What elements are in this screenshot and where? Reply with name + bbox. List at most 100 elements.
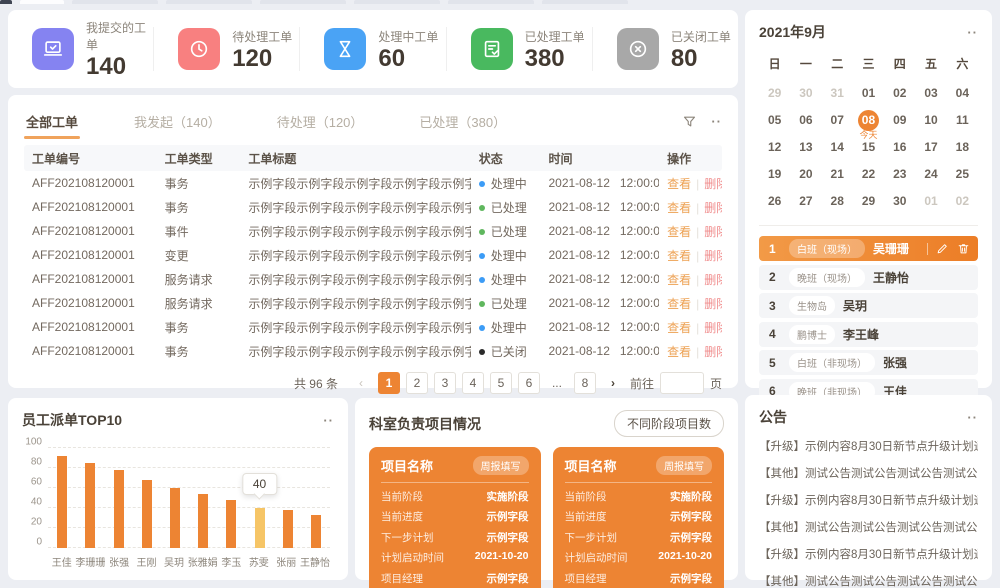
- tab-orders-3[interactable]: 已处理（380）: [417, 106, 508, 137]
- announcement-item[interactable]: 【其他】测试公告测试公告测试公告测试公告测试公告: [759, 465, 978, 481]
- chart-bar[interactable]: [85, 463, 95, 548]
- trash-icon[interactable]: [957, 242, 970, 255]
- page-jump-input[interactable]: [660, 372, 704, 394]
- view-link[interactable]: 查看: [667, 177, 691, 191]
- calendar-day[interactable]: 01: [915, 190, 946, 212]
- schedule-item[interactable]: 4鹏博士李王峰: [759, 322, 978, 347]
- pagination-page-button[interactable]: 3: [434, 372, 456, 394]
- chart-bar[interactable]: [142, 480, 152, 548]
- weekly-report-badge[interactable]: 周报填写: [656, 456, 712, 475]
- calendar-day[interactable]: 31: [822, 82, 853, 104]
- delete-link[interactable]: 删除: [704, 177, 722, 191]
- browser-tab[interactable]: [0, 0, 12, 4]
- calendar-day[interactable]: 12: [759, 136, 790, 158]
- browser-tab[interactable]: [166, 0, 252, 4]
- pagination-page-button[interactable]: 8: [574, 372, 596, 394]
- chart-bar[interactable]: [283, 510, 293, 548]
- announcements-more-icon[interactable]: ··: [967, 410, 978, 425]
- delete-link[interactable]: 删除: [704, 249, 722, 263]
- view-link[interactable]: 查看: [667, 345, 691, 359]
- browser-tab[interactable]: [542, 0, 628, 4]
- calendar-day[interactable]: 16: [884, 136, 915, 158]
- announcement-item[interactable]: 【升级】示例内容8月30日新节点升级计划通知: [759, 438, 978, 454]
- calendar-day[interactable]: 25: [947, 163, 978, 185]
- calendar-day[interactable]: 30: [790, 82, 821, 104]
- delete-link[interactable]: 删除: [704, 225, 722, 239]
- calendar-day[interactable]: 24: [915, 163, 946, 185]
- tab-orders-2[interactable]: 待处理（120）: [275, 106, 366, 137]
- calendar-day[interactable]: 11: [947, 109, 978, 131]
- chart-bar[interactable]: [57, 456, 67, 548]
- view-link[interactable]: 查看: [667, 201, 691, 215]
- announcement-item[interactable]: 【升级】示例内容8月30日新节点升级计划通知: [759, 492, 978, 508]
- view-link[interactable]: 查看: [667, 249, 691, 263]
- table-more-icon[interactable]: ··: [711, 114, 722, 129]
- calendar-day[interactable]: 15: [853, 136, 884, 158]
- view-link[interactable]: 查看: [667, 297, 691, 311]
- schedule-item[interactable]: 2晚班（现场）王静怡: [759, 265, 978, 290]
- calendar-day[interactable]: 08今天: [853, 109, 884, 131]
- schedule-item[interactable]: 5白班（非现场）张强: [759, 350, 978, 375]
- delete-link[interactable]: 删除: [704, 273, 722, 287]
- chart-bar[interactable]: [114, 470, 124, 548]
- calendar-day[interactable]: 14: [822, 136, 853, 158]
- calendar-day[interactable]: 04: [947, 82, 978, 104]
- view-link[interactable]: 查看: [667, 225, 691, 239]
- calendar-day[interactable]: 19: [759, 163, 790, 185]
- browser-tab[interactable]: [448, 0, 534, 4]
- pagination-page-button[interactable]: 1: [378, 372, 400, 394]
- announcement-item[interactable]: 【其他】测试公告测试公告测试公告测试公告测试公告: [759, 573, 978, 588]
- calendar-day[interactable]: 03: [915, 82, 946, 104]
- calendar-day[interactable]: 17: [915, 136, 946, 158]
- calendar-day[interactable]: 23: [884, 163, 915, 185]
- schedule-item[interactable]: 1白班（现场）吴珊珊: [759, 236, 978, 261]
- calendar-day[interactable]: 30: [884, 190, 915, 212]
- view-link[interactable]: 查看: [667, 273, 691, 287]
- calendar-day[interactable]: 27: [790, 190, 821, 212]
- browser-tab[interactable]: [72, 0, 158, 4]
- calendar-day[interactable]: 05: [759, 109, 790, 131]
- tab-orders-1[interactable]: 我发起（140）: [132, 106, 223, 137]
- schedule-item[interactable]: 3生物岛吴玥: [759, 293, 978, 318]
- delete-link[interactable]: 删除: [704, 321, 722, 335]
- calendar-day[interactable]: 13: [790, 136, 821, 158]
- calendar-day[interactable]: 29: [759, 82, 790, 104]
- pagination-page-button[interactable]: 5: [490, 372, 512, 394]
- pagination-page-button[interactable]: 2: [406, 372, 428, 394]
- delete-link[interactable]: 删除: [704, 201, 722, 215]
- chart-bar[interactable]: [170, 488, 180, 548]
- chart-bar[interactable]: [255, 508, 265, 548]
- calendar-day[interactable]: 01: [853, 82, 884, 104]
- stage-count-button[interactable]: 不同阶段项目数: [614, 410, 724, 437]
- delete-link[interactable]: 删除: [704, 297, 722, 311]
- pagination-prev-button[interactable]: ‹: [350, 372, 372, 394]
- calendar-day[interactable]: 22: [853, 163, 884, 185]
- tab-orders-0[interactable]: 全部工单: [24, 106, 80, 137]
- calendar-day[interactable]: 02: [884, 82, 915, 104]
- browser-tab[interactable]: [260, 0, 346, 4]
- weekly-report-badge[interactable]: 周报填写: [473, 456, 529, 475]
- browser-tab[interactable]: [20, 0, 64, 4]
- calendar-day[interactable]: 10: [915, 109, 946, 131]
- calendar-day[interactable]: 21: [822, 163, 853, 185]
- calendar-more-icon[interactable]: ··: [967, 25, 978, 40]
- edit-icon[interactable]: [936, 242, 949, 255]
- calendar-day[interactable]: 07: [822, 109, 853, 131]
- chart-bar[interactable]: [226, 500, 236, 548]
- pagination-next-button[interactable]: ›: [602, 372, 624, 394]
- calendar-day[interactable]: 02: [947, 190, 978, 212]
- pagination-page-button[interactable]: 6: [518, 372, 540, 394]
- chart-bar[interactable]: [311, 515, 321, 548]
- filter-funnel-icon[interactable]: [682, 114, 697, 129]
- browser-tab[interactable]: [354, 0, 440, 4]
- calendar-day[interactable]: 18: [947, 136, 978, 158]
- announcement-item[interactable]: 【升级】示例内容8月30日新节点升级计划通知: [759, 546, 978, 562]
- calendar-day[interactable]: 29: [853, 190, 884, 212]
- pagination-page-button[interactable]: 4: [462, 372, 484, 394]
- calendar-day[interactable]: 20: [790, 163, 821, 185]
- chart-bar[interactable]: [198, 494, 208, 548]
- delete-link[interactable]: 删除: [704, 345, 722, 359]
- chart-more-icon[interactable]: ··: [323, 413, 334, 428]
- calendar-day[interactable]: 09: [884, 109, 915, 131]
- announcement-item[interactable]: 【其他】测试公告测试公告测试公告测试公告测试公告: [759, 519, 978, 535]
